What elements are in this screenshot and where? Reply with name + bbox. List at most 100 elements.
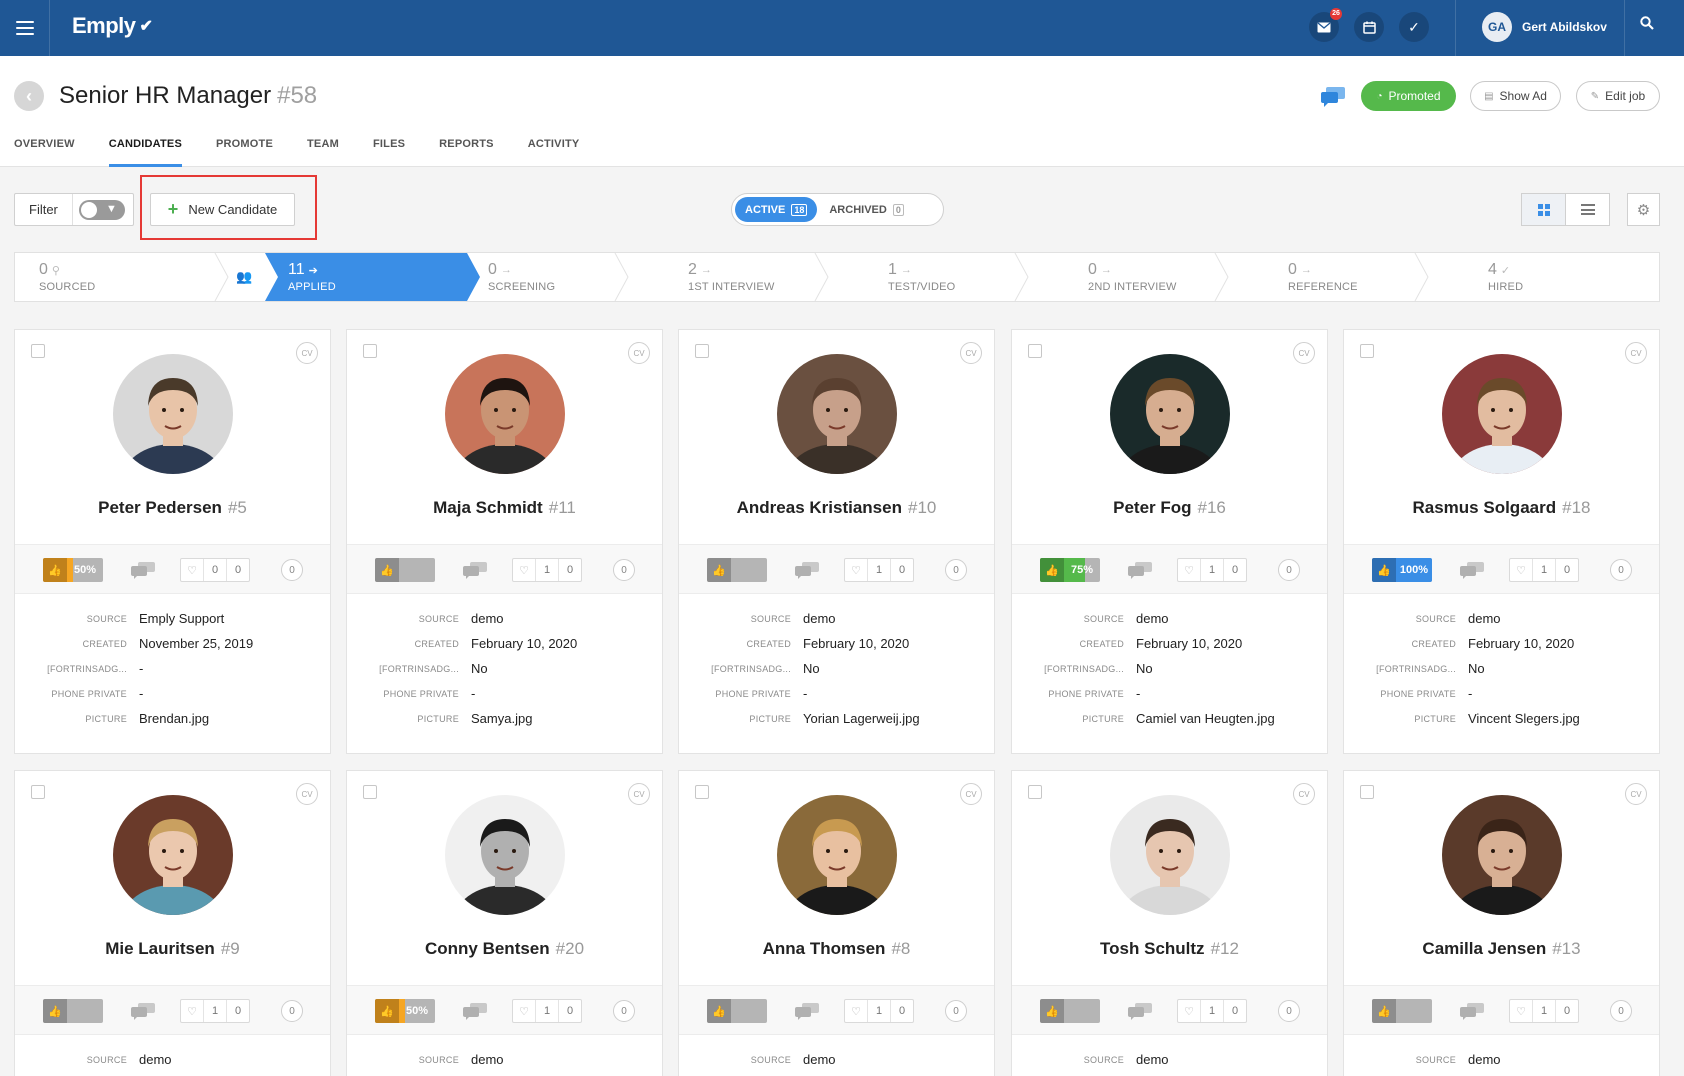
archived-filter[interactable]: ARCHIVED 0 [817,203,915,216]
candidate-name[interactable]: Peter Fog #16 [1012,498,1327,518]
candidate-name[interactable]: Peter Pedersen #5 [15,498,330,518]
brand-logo[interactable]: Emply ✔ [72,13,153,39]
menu-button[interactable] [0,0,50,56]
grid-view-button[interactable] [1522,194,1566,225]
rating-bar[interactable]: 👍 50% [375,999,435,1023]
cv-button[interactable]: CV [1625,783,1647,805]
messages-count[interactable]: 0 [1610,559,1632,581]
votes-group[interactable]: ♡ 1 0 [180,999,250,1023]
rating-bar[interactable]: 👍 [43,999,103,1023]
rating-bar[interactable]: 👍 100% [1372,558,1432,582]
show-ad-button[interactable]: ▤ Show Ad [1470,81,1561,111]
candidate-card[interactable]: CV Anna Thomsen #8 👍 ♡ 1 0 0 SOURCE demo [678,770,995,1076]
comments-icon[interactable] [794,561,820,579]
cv-button[interactable]: CV [296,783,318,805]
cv-button[interactable]: CV [1625,342,1647,364]
candidate-photo[interactable] [113,795,233,915]
heart-icon[interactable]: ♡ [181,1000,204,1022]
votes-group[interactable]: ♡ 1 0 [1177,999,1247,1023]
heart-icon[interactable]: ♡ [1178,559,1201,581]
rating-bar[interactable]: 👍 50% [43,558,103,582]
comments-icon[interactable] [1459,561,1485,579]
rating-bar[interactable]: 👍 [707,558,767,582]
comments-icon[interactable] [794,1002,820,1020]
select-checkbox[interactable] [1028,785,1042,799]
candidate-name[interactable]: Camilla Jensen #13 [1344,939,1659,959]
candidate-photo[interactable] [445,795,565,915]
rating-bar[interactable]: 👍 [1040,999,1100,1023]
messages-count[interactable]: 0 [945,1000,967,1022]
settings-button[interactable]: ⚙ [1627,193,1660,226]
select-checkbox[interactable] [1360,344,1374,358]
messages-count[interactable]: 0 [613,1000,635,1022]
comments-icon[interactable] [1127,561,1153,579]
candidate-photo[interactable] [1442,354,1562,474]
back-button[interactable]: ‹ [14,81,44,111]
stage-screening[interactable]: 0 → SCREENING [476,253,616,301]
tab-reports[interactable]: REPORTS [439,134,494,167]
tab-team[interactable]: TEAM [307,134,339,167]
heart-icon[interactable]: ♡ [513,559,536,581]
messages-count[interactable]: 0 [281,559,303,581]
stage-2nd-interview[interactable]: 0 → 2ND INTERVIEW [1076,253,1216,301]
votes-group[interactable]: ♡ 1 0 [844,999,914,1023]
candidate-card[interactable]: CV Mie Lauritsen #9 👍 ♡ 1 0 0 SOURCE demo [14,770,331,1076]
heart-icon[interactable]: ♡ [1510,1000,1533,1022]
messages-count[interactable]: 0 [1278,1000,1300,1022]
tab-files[interactable]: FILES [373,134,405,167]
stage-reference[interactable]: 0 → REFERENCE [1276,253,1416,301]
votes-group[interactable]: ♡ 1 0 [844,558,914,582]
tab-overview[interactable]: OVERVIEW [14,134,75,167]
votes-group[interactable]: ♡ 1 0 [1509,558,1579,582]
comments-icon[interactable] [130,561,156,579]
candidate-photo[interactable] [1110,354,1230,474]
candidate-card[interactable]: CV Rasmus Solgaard #18 👍 100% ♡ 1 0 0 SOURCE demo C… [1343,329,1660,754]
select-checkbox[interactable] [31,785,45,799]
select-checkbox[interactable] [363,344,377,358]
candidate-photo[interactable] [445,354,565,474]
rating-bar[interactable]: 👍 [1372,999,1432,1023]
search-button[interactable] [1640,16,1654,35]
comments-icon[interactable] [130,1002,156,1020]
select-checkbox[interactable] [695,344,709,358]
select-checkbox[interactable] [1028,344,1042,358]
rating-bar[interactable]: 👍 [707,999,767,1023]
mail-button[interactable]: 26 [1309,8,1342,42]
comments-icon[interactable] [1127,1002,1153,1020]
votes-group[interactable]: ♡ 1 0 [512,999,582,1023]
stage-hired[interactable]: 4 ✓ HIRED [1476,253,1616,301]
edit-job-button[interactable]: ✎ Edit job [1576,81,1660,111]
tab-promote[interactable]: PROMOTE [216,134,273,167]
candidate-card[interactable]: CV Andreas Kristiansen #10 👍 ♡ 1 0 0 SOURCE demo C… [678,329,995,754]
heart-icon[interactable]: ♡ [1178,1000,1201,1022]
rating-bar[interactable]: 👍 75% [1040,558,1100,582]
votes-group[interactable]: ♡ 1 0 [1177,558,1247,582]
candidate-card[interactable]: CV Camilla Jensen #13 👍 ♡ 1 0 0 SOURCE demo [1343,770,1660,1076]
tab-candidates[interactable]: CANDIDATES [108,134,183,167]
active-filter[interactable]: ACTIVE 18 [735,197,818,222]
calendar-button[interactable] [1354,12,1384,42]
cv-button[interactable]: CV [628,342,650,364]
select-checkbox[interactable] [363,785,377,799]
candidate-card[interactable]: CV Peter Pedersen #5 👍 50% ♡ 0 0 0 SOURCE Emply Su… [14,329,331,754]
heart-icon[interactable]: ♡ [181,559,204,581]
stage-sourced[interactable]: 0 ⚲ SOURCED [27,253,217,301]
select-checkbox[interactable] [31,344,45,358]
heart-icon[interactable]: ♡ [1510,559,1533,581]
tasks-button[interactable]: ✓ [1399,12,1429,42]
candidate-name[interactable]: Andreas Kristiansen #10 [679,498,994,518]
stage-applied[interactable]: 11 ➔ APPLIED [276,253,471,301]
cv-button[interactable]: CV [960,342,982,364]
candidate-card[interactable]: CV Peter Fog #16 👍 75% ♡ 1 0 0 SOURCE demo CREATED F… [1011,329,1328,754]
messages-count[interactable]: 0 [613,559,635,581]
candidate-card[interactable]: CV Conny Bentsen #20 👍 50% ♡ 1 0 0 SOURCE demo [346,770,663,1076]
cv-button[interactable]: CV [960,783,982,805]
cv-button[interactable]: CV [296,342,318,364]
comments-icon[interactable] [1459,1002,1485,1020]
candidate-photo[interactable] [1442,795,1562,915]
comments-icon[interactable] [462,1002,488,1020]
candidate-photo[interactable] [777,354,897,474]
candidate-name[interactable]: Maja Schmidt #11 [347,498,662,518]
stage-1st-interview[interactable]: 2 → 1ST INTERVIEW [676,253,816,301]
comments-icon[interactable] [462,561,488,579]
